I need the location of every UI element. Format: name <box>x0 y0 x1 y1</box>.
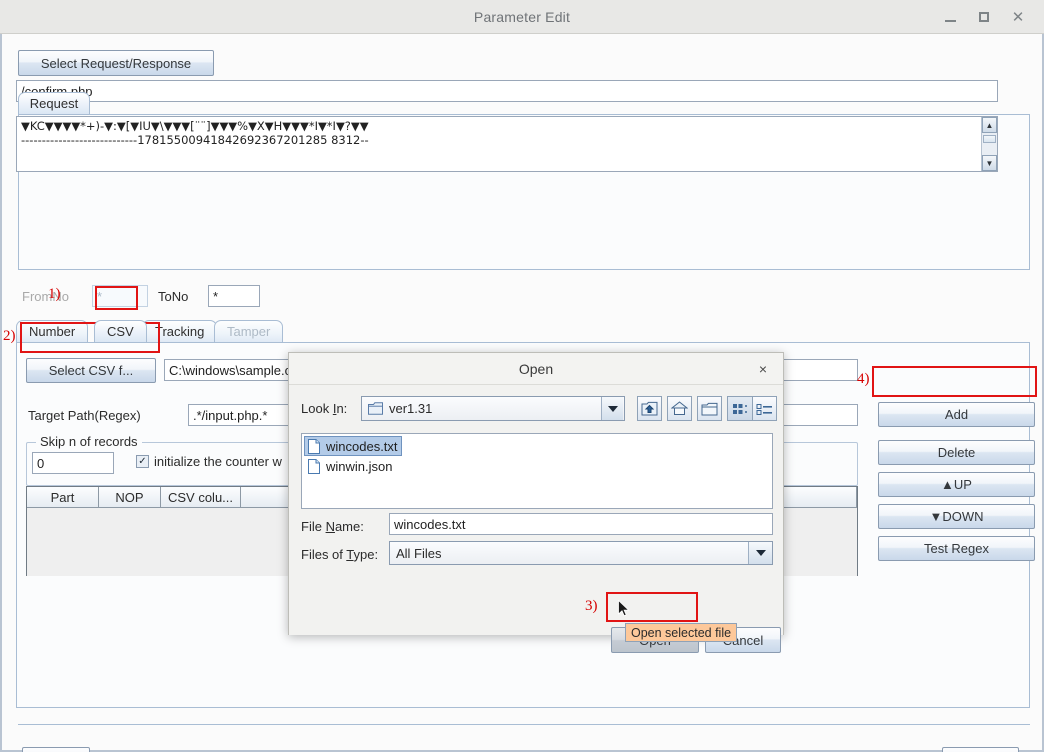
maximize-icon[interactable] <box>976 9 992 25</box>
look-in-dropdown-arrow[interactable] <box>601 397 623 420</box>
list-view-icon[interactable] <box>752 396 777 421</box>
request-body-scrollbar[interactable]: ▲ ▼ <box>981 117 997 171</box>
list-item-file[interactable]: winwin.json <box>304 457 396 477</box>
look-in-label: Look In: <box>301 401 348 416</box>
file-name-value: wincodes.txt <box>394 516 466 532</box>
add-button[interactable]: Add <box>878 402 1035 427</box>
annotation-1: 1) <box>48 286 61 302</box>
column-header-part[interactable]: Part <box>27 487 99 508</box>
mouse-cursor <box>618 600 630 617</box>
dialog-titlebar: Open × <box>289 353 783 385</box>
skip-records-value: 0 <box>37 455 45 471</box>
initialize-counter-checkbox[interactable]: ✓ initialize the counter w <box>136 454 282 469</box>
dialog-body: Look In: ver1.31 wincodes.txt winwin.jso… <box>289 385 783 653</box>
tab-request[interactable]: Request <box>18 92 90 114</box>
home-icon[interactable] <box>667 396 692 421</box>
tono-label: ToNo <box>158 289 189 304</box>
annotation-4: 4) <box>857 371 870 387</box>
tab-csv[interactable]: CSV <box>94 320 147 342</box>
csv-file-path-value: C:\windows\sample.csv <box>169 362 305 378</box>
fromno-value: * <box>97 288 103 304</box>
scrollbar-track[interactable] <box>982 133 997 155</box>
files-of-type-value: All Files <box>396 545 442 561</box>
open-file-dialog: Open × Look In: ver1.31 wincodes.txt win… <box>288 352 784 653</box>
annotation-2: 2) <box>3 328 16 344</box>
file-name-label: wincodes.txt <box>326 438 398 454</box>
scroll-up-icon[interactable]: ▲ <box>982 117 997 133</box>
column-header-csv-column[interactable]: CSV colu... <box>161 487 241 508</box>
save-button[interactable]: Save <box>22 747 90 752</box>
footer-divider <box>18 724 1030 725</box>
delete-button[interactable]: Delete <box>878 440 1035 465</box>
minimize-icon[interactable] <box>942 9 958 25</box>
test-regex-button[interactable]: Test Regex <box>878 536 1035 561</box>
files-of-type-combobox[interactable]: All Files <box>389 541 773 565</box>
home-glyph <box>671 401 688 415</box>
look-in-value: ver1.31 <box>389 401 433 416</box>
files-of-type-label-static: Files of Type: <box>301 547 379 562</box>
skip-records-group-title: Skip n of records <box>36 434 142 449</box>
window-title: Parameter Edit <box>473 8 571 25</box>
target-path-value: .*/input.php.* <box>193 407 268 423</box>
file-name-label-static: File Name: <box>301 519 364 534</box>
skip-records-input[interactable]: 0 <box>32 452 114 474</box>
dialog-close-icon[interactable]: × <box>755 361 771 377</box>
request-body-textarea[interactable]: ▼KC▼▼▼▼*+)-▼:▼[▼IU▼\▼▼▼[¨¨]▼▼▼%▼X▼H▼▼▼*I… <box>16 116 998 172</box>
request-body-value: ▼KC▼▼▼▼*+)-▼:▼[▼IU▼\▼▼▼[¨¨]▼▼▼%▼X▼H▼▼▼*I… <box>21 119 369 147</box>
files-of-type-dropdown-arrow[interactable] <box>748 542 772 564</box>
tab-number[interactable]: Number <box>16 320 89 342</box>
target-path-label: Target Path(Regex) <box>28 408 141 423</box>
window-titlebar: Parameter Edit ✕ <box>0 0 1044 34</box>
tab-tamper: Tamper <box>214 320 284 342</box>
select-request-response-button[interactable]: Select Request/Response <box>18 50 214 76</box>
move-up-button[interactable]: ▲UP <box>878 472 1035 497</box>
request-url-input[interactable]: /confirm.php <box>16 80 998 102</box>
close-icon[interactable]: ✕ <box>1010 9 1026 25</box>
up-folder-icon[interactable] <box>637 396 662 421</box>
window-controls: ✕ <box>942 0 1036 34</box>
file-icon <box>308 459 320 474</box>
file-icon <box>308 438 320 454</box>
new-folder-icon[interactable] <box>697 396 722 421</box>
annotation-3: 3) <box>585 598 598 614</box>
look-in-combobox[interactable]: ver1.31 <box>361 396 625 421</box>
file-list-row: winwin.json <box>304 457 770 478</box>
column-header-nop[interactable]: NOP <box>99 487 161 508</box>
initialize-counter-label: initialize the counter w <box>154 454 282 469</box>
new-folder-glyph <box>701 402 718 415</box>
list-view-glyph <box>756 403 772 415</box>
file-list-row: wincodes.txt <box>304 436 770 457</box>
chevron-down-icon <box>607 405 618 412</box>
folder-icon <box>368 402 383 415</box>
cancel-button[interactable]: Cancel <box>942 747 1019 752</box>
tooltip-open-selected-file: Open selected file <box>625 623 738 642</box>
tono-input[interactable]: * <box>208 285 260 307</box>
tono-value: * <box>213 288 219 304</box>
dialog-title: Open <box>518 360 554 377</box>
tiles-view-icon[interactable] <box>727 396 752 421</box>
select-csv-file-button[interactable]: Select CSV f... <box>26 358 156 383</box>
file-name-label: winwin.json <box>326 459 393 474</box>
move-down-button[interactable]: ▼DOWN <box>878 504 1035 529</box>
fromno-label: FromNo <box>22 289 69 304</box>
scrollbar-thumb[interactable] <box>983 135 996 143</box>
up-folder-glyph <box>641 401 658 416</box>
list-item-file-selected[interactable]: wincodes.txt <box>304 436 402 456</box>
checkbox-checked-icon[interactable]: ✓ <box>136 455 149 468</box>
chevron-down-icon <box>755 550 766 556</box>
tab-tracking[interactable]: Tracking <box>142 320 218 342</box>
tiles-view-glyph <box>732 403 747 414</box>
parameter-edit-window: Parameter Edit ✕ Select Request/Response… <box>0 0 1044 752</box>
look-in-value-wrap: ver1.31 <box>362 401 601 416</box>
file-list[interactable]: wincodes.txt winwin.json <box>301 433 773 509</box>
fromno-input[interactable]: * <box>92 285 148 307</box>
scroll-down-icon[interactable]: ▼ <box>982 155 997 171</box>
file-name-input[interactable]: wincodes.txt <box>389 513 773 535</box>
